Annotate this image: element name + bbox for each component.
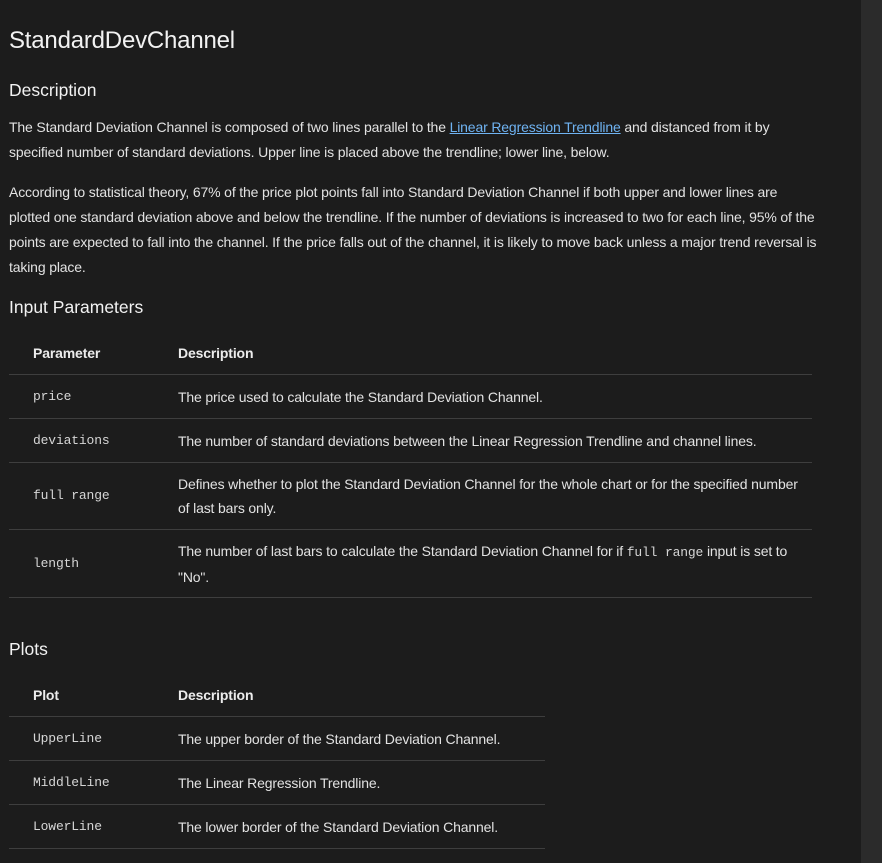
plot-description: The lower border of the Standard Deviati… [154, 804, 545, 849]
table-row: MiddleLine The Linear Regression Trendli… [9, 760, 545, 805]
vertical-scrollbar[interactable] [861, 0, 882, 863]
description-text: The number of last bars to calculate the… [178, 542, 627, 559]
parameter-name: length [9, 529, 154, 598]
inline-code: full range [626, 544, 704, 560]
page-title: StandardDevChannel [9, 27, 235, 54]
column-header-description: Description [154, 331, 812, 375]
table-row: LowerLine The lower border of the Standa… [9, 804, 545, 849]
table-header-row: Parameter Description [9, 331, 812, 375]
table-row: price The price used to calculate the St… [9, 374, 812, 419]
parameter-description: Defines whether to plot the Standard Dev… [154, 462, 812, 530]
plot-name: LowerLine [9, 804, 154, 849]
plots-heading: Plots [9, 639, 48, 659]
plot-name: MiddleLine [9, 760, 154, 805]
description-heading: Description [9, 80, 97, 100]
parameter-description: The number of last bars to calculate the… [154, 529, 812, 598]
plot-description: The upper border of the Standard Deviati… [154, 716, 545, 761]
parameter-description: The price used to calculate the Standard… [154, 374, 812, 419]
plot-name: UpperLine [9, 716, 154, 761]
input-parameters-table: Parameter Description price The price us… [9, 331, 812, 598]
column-header-parameter: Parameter [9, 331, 154, 375]
linear-regression-trendline-link[interactable]: Linear Regression Trendline [450, 119, 621, 135]
input-parameters-heading: Input Parameters [9, 297, 144, 317]
description-paragraph-1: The Standard Deviation Channel is compos… [9, 115, 821, 165]
description-text-before-link: The Standard Deviation Channel is compos… [9, 119, 450, 135]
parameter-description: The number of standard deviations betwee… [154, 418, 812, 463]
table-header-row: Plot Description [9, 673, 545, 717]
plot-description: The Linear Regression Trendline. [154, 760, 545, 805]
parameter-name: full range [9, 462, 154, 530]
column-header-description: Description [154, 673, 545, 717]
parameter-name: price [9, 374, 154, 419]
table-row: length The number of last bars to calcul… [9, 529, 812, 598]
table-row: full range Defines whether to plot the S… [9, 462, 812, 530]
plots-table: Plot Description UpperLine The upper bor… [9, 673, 545, 849]
parameter-name: deviations [9, 418, 154, 463]
table-row: deviations The number of standard deviat… [9, 418, 812, 463]
description-paragraph-2: According to statistical theory, 67% of … [9, 184, 817, 275]
column-header-plot: Plot [9, 673, 154, 717]
table-row: UpperLine The upper border of the Standa… [9, 716, 545, 761]
